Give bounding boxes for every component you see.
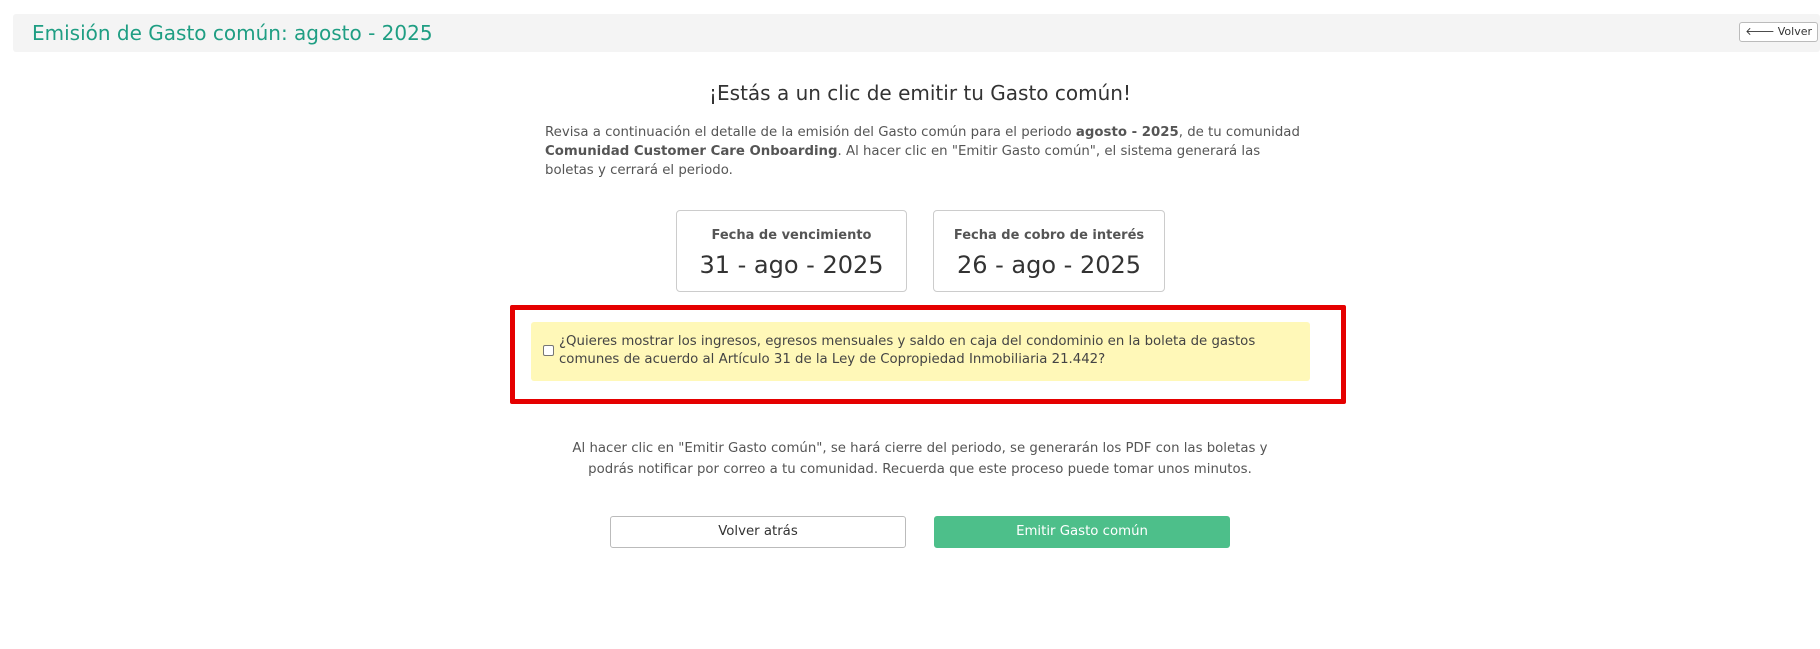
back-button[interactable]: 🡐 Volver (1739, 22, 1818, 42)
intro-community: Comunidad Customer Care Onboarding (545, 144, 838, 159)
financial-info-notice: ¿Quieres mostrar los ingresos, egresos m… (531, 322, 1310, 381)
due-date-card: Fecha de vencimiento 31 - ago - 2025 (676, 210, 907, 292)
due-date-label: Fecha de vencimiento (711, 228, 872, 243)
interest-date-label: Fecha de cobro de interés (953, 228, 1145, 243)
back-button-label: Volver (1777, 25, 1812, 38)
page: Emisión de Gasto común: agosto - 2025 🡐 … (0, 0, 1820, 649)
intro-part2: , de tu comunidad (1178, 125, 1300, 140)
due-date-value: 31 - ago - 2025 (699, 251, 884, 279)
page-title: Emisión de Gasto común: agosto - 2025 (32, 21, 433, 45)
emit-button[interactable]: Emitir Gasto común (934, 516, 1230, 548)
intro-text: Revisa a continuación el detalle de la e… (545, 123, 1305, 180)
header-bar: Emisión de Gasto común: agosto - 2025 🡐 … (13, 14, 1820, 52)
interest-date-card: Fecha de cobro de interés 26 - ago - 202… (933, 210, 1165, 292)
go-back-button[interactable]: Volver atrás (610, 516, 906, 548)
show-financials-label: ¿Quieres mostrar los ingresos, egresos m… (559, 334, 1256, 367)
arrow-left-icon: 🡐 (1745, 25, 1775, 38)
show-financials-checkbox[interactable] (543, 345, 554, 356)
intro-period: agosto - 2025 (1075, 125, 1179, 140)
interest-date-value: 26 - ago - 2025 (956, 251, 1142, 279)
footer-note: Al hacer clic en "Emitir Gasto común", s… (572, 441, 1268, 477)
headline: ¡Estás a un clic de emitir tu Gasto comú… (709, 81, 1131, 105)
intro-part1: Revisa a continuación el detalle de la e… (545, 125, 1076, 140)
